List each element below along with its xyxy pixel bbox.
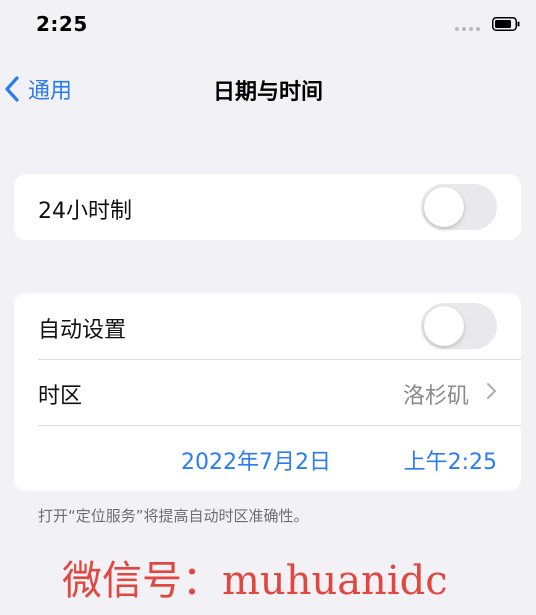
toggle-knob [424, 306, 464, 346]
row-24-hour: 24小时制 [14, 174, 521, 240]
row-timezone[interactable]: 时区 洛杉矶 [14, 359, 521, 425]
settings-group-date-time: 自动设置 时区 洛杉矶 2022年7月2日 上午2:25 [14, 293, 521, 491]
hour24-toggle[interactable] [421, 184, 497, 230]
timezone-value: 洛杉矶 [402, 384, 469, 409]
row-auto-set: 自动设置 [14, 293, 521, 359]
time-button[interactable]: 上午2:25 [404, 444, 497, 476]
date-button[interactable]: 2022年7月2日 [181, 444, 331, 476]
timezone-label: 时区 [38, 384, 83, 409]
chevron-right-icon [486, 382, 497, 400]
watermark-text: 微信号：muhuanidc [62, 558, 448, 604]
settings-group-time-format: 24小时制 [14, 174, 521, 240]
battery-icon [492, 17, 520, 31]
auto-set-label: 自动设置 [38, 318, 127, 343]
signal-dots-icon [455, 27, 480, 31]
auto-set-toggle[interactable] [421, 303, 497, 349]
hour24-label: 24小时制 [38, 199, 132, 224]
page-title: 日期与时间 [212, 80, 323, 105]
status-bar: 2:25 [0, 0, 536, 50]
navigation-bar: 通用 日期与时间 [0, 62, 536, 118]
status-time: 2:25 [36, 12, 88, 36]
toggle-knob [424, 187, 464, 227]
row-date-time: 2022年7月2日 上午2:25 [14, 425, 521, 491]
footer-note: 打开“定位服务”将提高自动时区准确性。 [38, 507, 309, 525]
